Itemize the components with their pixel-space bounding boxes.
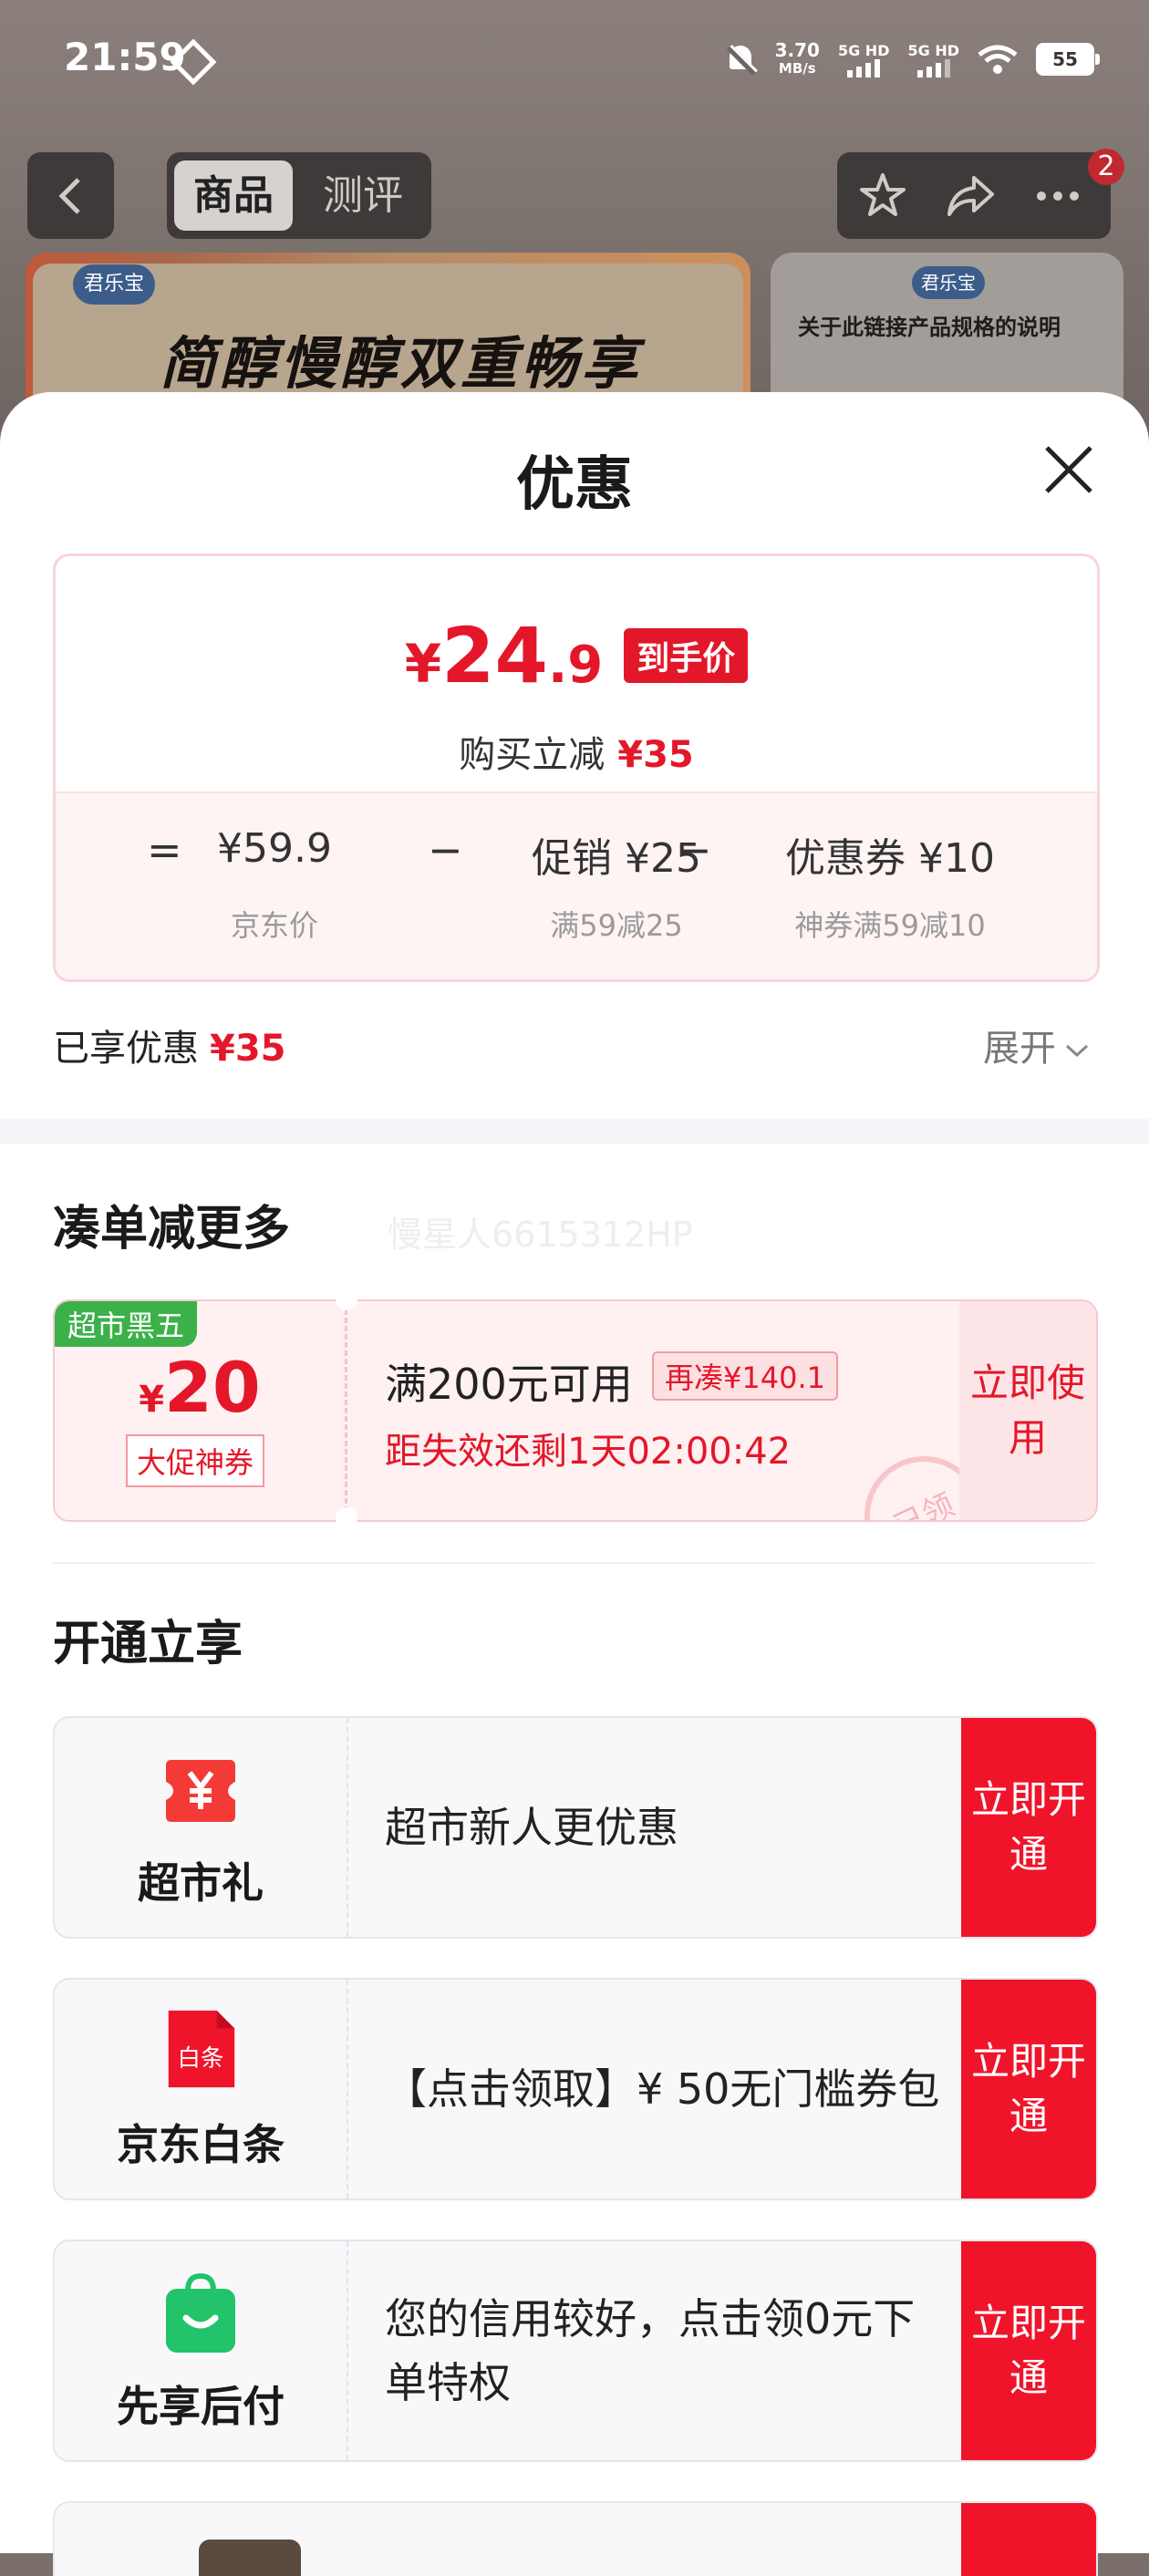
back-button[interactable] (27, 152, 114, 239)
brand-logo-small: 君乐宝 (912, 266, 985, 299)
tab-review[interactable]: 测评 (304, 160, 422, 231)
baitiao-icon: 白条 (168, 2010, 235, 2088)
final-price-tag: 到手价 (624, 628, 749, 683)
benefit-brand: 白条 京东白条 (55, 1980, 348, 2198)
final-price: ¥24.9 (405, 611, 604, 700)
user-watermark: 慢星人6615312HP (388, 1215, 693, 1255)
reduce-amount: ¥35 (617, 734, 694, 776)
sim2-label: 5G HD (907, 41, 959, 59)
spec-note-text: 关于此链接产品规格的说明 (798, 315, 1061, 340)
open-now-button[interactable]: 立即开通 (961, 1718, 1096, 1937)
price-card: ¥24.9 到手价 购买立减 ¥35 = ¥59.9 − 促销 ¥25 − 优惠券… (53, 553, 1100, 982)
favorite-star-icon[interactable] (857, 171, 908, 222)
reduce-label: 购买立减 (459, 734, 606, 776)
open-now-button[interactable]: 立即开通 (961, 2241, 1096, 2460)
product-tabs: 商品 测评 (167, 152, 431, 239)
sheet-title: 优惠 (516, 451, 633, 519)
more-icon[interactable] (1032, 171, 1083, 222)
status-time: 21:59 (64, 35, 186, 79)
coupon-label: 神券满59减10 (794, 908, 986, 943)
benefit-name: 先享后付 (117, 2382, 285, 2431)
open-now-button[interactable] (961, 2503, 1096, 2576)
banner-title: 简醇慢醇双重畅享 (160, 330, 642, 397)
benefit-card-supermarket[interactable]: 超市礼 超市新人更优惠 立即开通 (53, 1716, 1098, 1939)
benefit-brand: 超市礼 (55, 1718, 348, 1937)
benefit-card-partial[interactable] (53, 2501, 1098, 2576)
signal-sim1-icon: 5G HD (837, 41, 890, 78)
sim1-label: 5G HD (837, 41, 890, 59)
benefit-desc: 超市新人更优惠 (385, 1803, 678, 1852)
coupon-type-badge: 大促神券 (126, 1434, 265, 1487)
minus-sign: − (428, 825, 463, 874)
wifi-icon (978, 44, 1018, 75)
brand-logo: 君乐宝 (73, 264, 155, 305)
status-bar: 21:59 3.70 MB/s 5G HD 5G HD 55 (0, 0, 1149, 119)
coupon-value: 优惠券 ¥10 (785, 835, 995, 882)
share-icon[interactable] (945, 171, 996, 222)
coupon-amount: ¥20 (55, 1347, 345, 1428)
open-section-title: 开通立享 (53, 1617, 243, 1671)
benefit-brand: 先享后付 (55, 2241, 348, 2460)
chevron-left-icon (58, 178, 80, 214)
coupon-notch (336, 1507, 357, 1529)
coupon-value: 20 (164, 1347, 261, 1428)
benefit-desc: 【点击领取】¥ 50无门槛券包 (385, 2064, 940, 2114)
network-speed: 3.70 MB/s (775, 41, 820, 78)
enjoyed-discount: 已享优惠 ¥35 (53, 1019, 286, 1071)
svg-text:白条: 白条 (178, 2045, 224, 2073)
coupon-currency: ¥ (139, 1379, 165, 1421)
net-speed-value: 3.70 (774, 39, 820, 61)
benefit-brand-icon (199, 2540, 301, 2576)
chevron-down-icon (1065, 1044, 1089, 1058)
pay-later-bag-icon (166, 2272, 235, 2353)
divider (53, 1562, 1094, 1564)
benefit-name: 京东白条 (117, 2120, 285, 2169)
minus-sign: − (677, 825, 712, 874)
reduce-line: 购买立减 ¥35 (56, 725, 1097, 778)
expand-button[interactable]: 展开 (983, 1019, 1091, 1071)
more-badge: 2 (1088, 149, 1124, 185)
enjoyed-label: 已享优惠 (53, 1028, 199, 1070)
signal-sim2-icon: 5G HD (907, 42, 959, 78)
benefit-name: 超市礼 (138, 1858, 264, 1908)
price-decimal: .9 (547, 636, 604, 695)
coupon-amount-area: 超市黑五 ¥20 大促神券 (55, 1301, 347, 1520)
section-divider (0, 1119, 1149, 1144)
benefit-desc: 您的信用较好，点击领0元下单特权 (385, 2294, 916, 2407)
expand-label: 展开 (983, 1028, 1056, 1070)
top-actions (837, 152, 1111, 239)
price-integer: 24 (441, 611, 548, 700)
coupon-condition: 满200元可用 (385, 1360, 633, 1409)
coupon-event-tag: 超市黑五 (55, 1301, 198, 1347)
discount-sheet: 优惠 ¥24.9 到手价 购买立减 ¥35 = ¥59.9 − 促销 ¥25 − … (0, 392, 1149, 2576)
coupon-countdown: 距失效还剩1天02:00:42 (385, 1431, 792, 1473)
price-currency: ¥ (404, 633, 442, 695)
net-speed-unit: MB/s (778, 60, 816, 77)
tab-product[interactable]: 商品 (174, 160, 293, 231)
open-now-button[interactable]: 立即开通 (961, 1980, 1096, 2198)
mute-notification-icon (726, 42, 757, 77)
coupon-card[interactable]: 超市黑五 ¥20 大促神券 满200元可用 再凑¥140.1 距失效还剩1天02… (53, 1299, 1098, 1522)
final-price-row: ¥24.9 到手价 (56, 611, 1097, 700)
promo-label: 满59减25 (550, 908, 683, 943)
jd-price-label: 京东价 (230, 908, 318, 943)
use-coupon-button[interactable]: 立即使用 (959, 1301, 1096, 1520)
jd-price-value: ¥59.9 (217, 825, 332, 872)
coupon-notch (336, 1288, 357, 1310)
promo-value: 促销 ¥25 (532, 835, 701, 882)
coupon-add-more: 再凑¥140.1 (652, 1351, 838, 1401)
benefit-card-pay-later[interactable]: 先享后付 您的信用较好，点击领0元下单特权 立即开通 (53, 2240, 1098, 2462)
benefit-card-baitiao[interactable]: 白条 京东白条 【点击领取】¥ 50无门槛券包 立即开通 (53, 1978, 1098, 2200)
enjoyed-amount: ¥35 (210, 1028, 286, 1070)
bundle-section-title: 凑单减更多 (53, 1202, 291, 1257)
battery-icon: 55 (1036, 43, 1100, 76)
close-icon[interactable] (1041, 442, 1096, 497)
supermarket-gift-icon (166, 1760, 235, 1822)
price-breakdown: = ¥59.9 − 促销 ¥25 − 优惠券 ¥10 京东价 满59减25 神券… (56, 791, 1097, 979)
